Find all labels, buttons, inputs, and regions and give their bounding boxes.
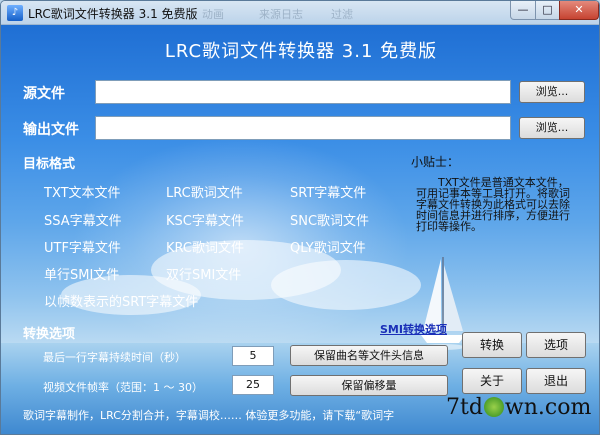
- format-option-utf[interactable]: UTF字幕文件: [44, 237, 121, 256]
- ghost-tab: 来源日志: [259, 8, 303, 21]
- format-option-txt[interactable]: TXT文本文件: [44, 182, 121, 201]
- main-panel: LRC歌词文件转换器 3.1 免费版 源文件 浏览... 输出文件 浏览... …: [1, 25, 599, 434]
- format-option-frame-srt[interactable]: 以帧数表示的SRT字幕文件: [44, 291, 198, 310]
- maximize-button[interactable]: □: [535, 1, 560, 20]
- footer-promo-text[interactable]: 歌词字幕制作，LRC分割合并，字幕调校…… 体验更多功能，请下载“歌词字: [23, 407, 394, 423]
- exit-button[interactable]: 退出: [526, 368, 586, 394]
- last-line-duration-label: 最后一行字幕持续时间（秒）: [43, 351, 186, 364]
- keep-offset-button[interactable]: 保留偏移量: [290, 375, 448, 396]
- last-line-duration-input[interactable]: 5: [232, 346, 274, 366]
- app-title: LRC歌词文件转换器 3.1 免费版: [164, 41, 438, 62]
- format-option-ksc[interactable]: KSC字幕文件: [166, 210, 244, 229]
- format-option-lrc[interactable]: LRC歌词文件: [166, 182, 243, 201]
- frame-rate-label: 视频文件帧率（范围：1 ～ 30）: [43, 381, 203, 394]
- minimize-button[interactable]: —: [510, 1, 536, 20]
- title-bar[interactable]: ♪ LRC歌词文件转换器 3.1 免费版 动画 来源日志 过滤 — □ ✕: [1, 1, 599, 25]
- conversion-options-label: 转换选项: [23, 327, 76, 342]
- keep-header-button[interactable]: 保留曲名等文件头信息: [290, 345, 448, 366]
- format-option-single-smi[interactable]: 单行SMI文件: [44, 264, 119, 283]
- format-option-qly[interactable]: QLY歌词文件: [290, 237, 366, 256]
- output-file-input[interactable]: [95, 116, 511, 140]
- format-option-ssa[interactable]: SSA字幕文件: [44, 210, 122, 229]
- source-file-input[interactable]: [95, 80, 511, 104]
- cloud: [271, 260, 421, 310]
- source-file-label: 源文件: [23, 86, 65, 102]
- close-button[interactable]: ✕: [559, 1, 599, 20]
- format-option-srt[interactable]: SRT字幕文件: [290, 182, 366, 201]
- site-watermark: 7td wn.com: [446, 395, 592, 420]
- tip-title: 小贴士：: [411, 155, 460, 169]
- convert-button[interactable]: 转换: [462, 332, 522, 358]
- smi-options-link[interactable]: SMI转换选项: [380, 321, 447, 337]
- output-browse-button[interactable]: 浏览...: [519, 117, 585, 139]
- watermark-logo-icon: [483, 397, 504, 417]
- tip-text: TXT文件是普通文本文件，可用记事本等工具打开。将歌词字幕文件转换为此格式可以去…: [416, 176, 570, 233]
- ghost-tab: 动画: [202, 8, 224, 21]
- frame-rate-input[interactable]: 25: [232, 375, 274, 395]
- format-option-double-smi[interactable]: 双行SMI文件: [166, 264, 241, 283]
- format-option-krc[interactable]: KRC歌词文件: [166, 237, 244, 256]
- ghost-tab: 过滤: [331, 8, 353, 21]
- target-format-label: 目标格式: [23, 157, 76, 172]
- output-file-label: 输出文件: [23, 122, 79, 138]
- format-option-snc[interactable]: SNC歌词文件: [290, 210, 369, 229]
- about-button[interactable]: 关于: [462, 368, 522, 394]
- app-window: ♪ LRC歌词文件转换器 3.1 免费版 动画 来源日志 过滤 — □ ✕ LR…: [0, 0, 600, 435]
- app-icon: ♪: [7, 5, 23, 21]
- window-title: LRC歌词文件转换器 3.1 免费版: [28, 7, 198, 21]
- source-browse-button[interactable]: 浏览...: [519, 81, 585, 103]
- options-button[interactable]: 选项: [526, 332, 586, 358]
